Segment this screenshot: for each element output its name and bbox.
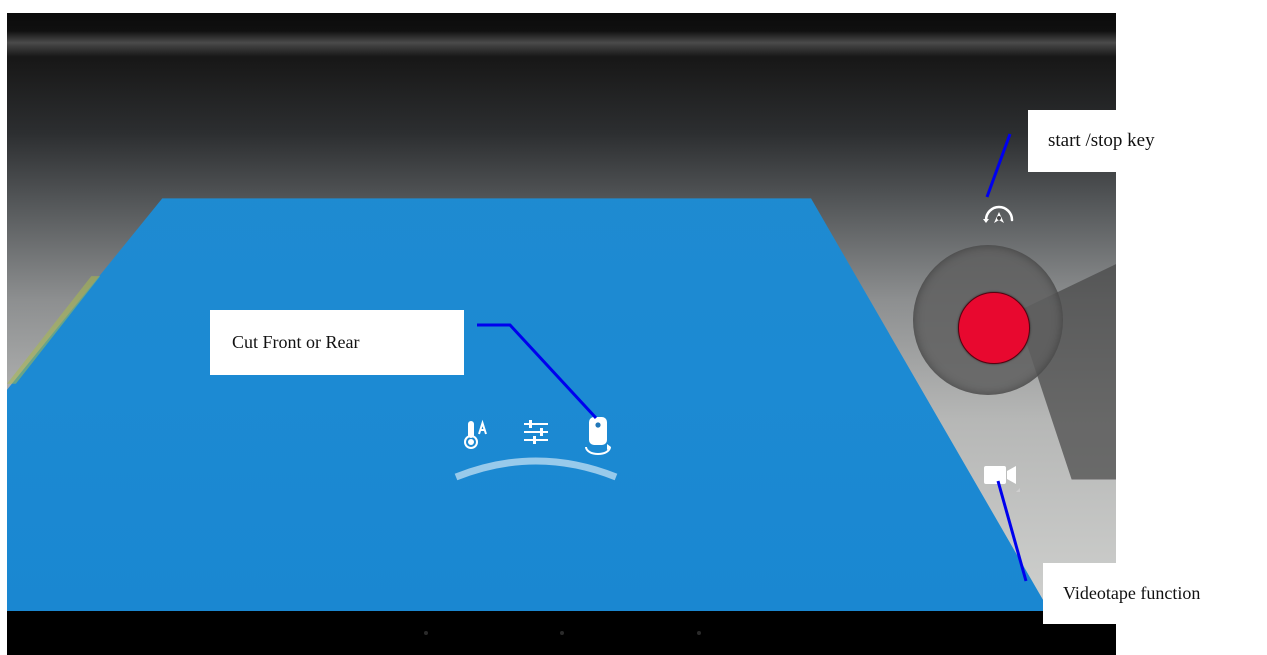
camera-switch-mode-icon[interactable] [977,193,1021,242]
pie-menu-arc [454,457,618,481]
shutter-record-button[interactable] [958,292,1030,364]
callout-cut-front-rear-label: Cut Front or Rear [232,332,360,352]
callout-start-stop-key: start /stop key [1028,110,1223,172]
viewfinder-glare [7,31,1116,57]
nav-home-dot[interactable] [560,631,564,635]
callout-start-stop-label: start /stop key [1048,130,1155,151]
callout-videotape-label: Videotape function [1063,583,1201,603]
system-nav-bar [7,611,1116,655]
callout-videotape-function: Videotape function [1043,563,1258,624]
video-camera-icon[interactable] [983,462,1023,501]
callout-cut-front-rear: Cut Front or Rear [210,310,464,375]
nav-back-dot[interactable] [424,631,428,635]
nav-recents-dot[interactable] [697,631,701,635]
